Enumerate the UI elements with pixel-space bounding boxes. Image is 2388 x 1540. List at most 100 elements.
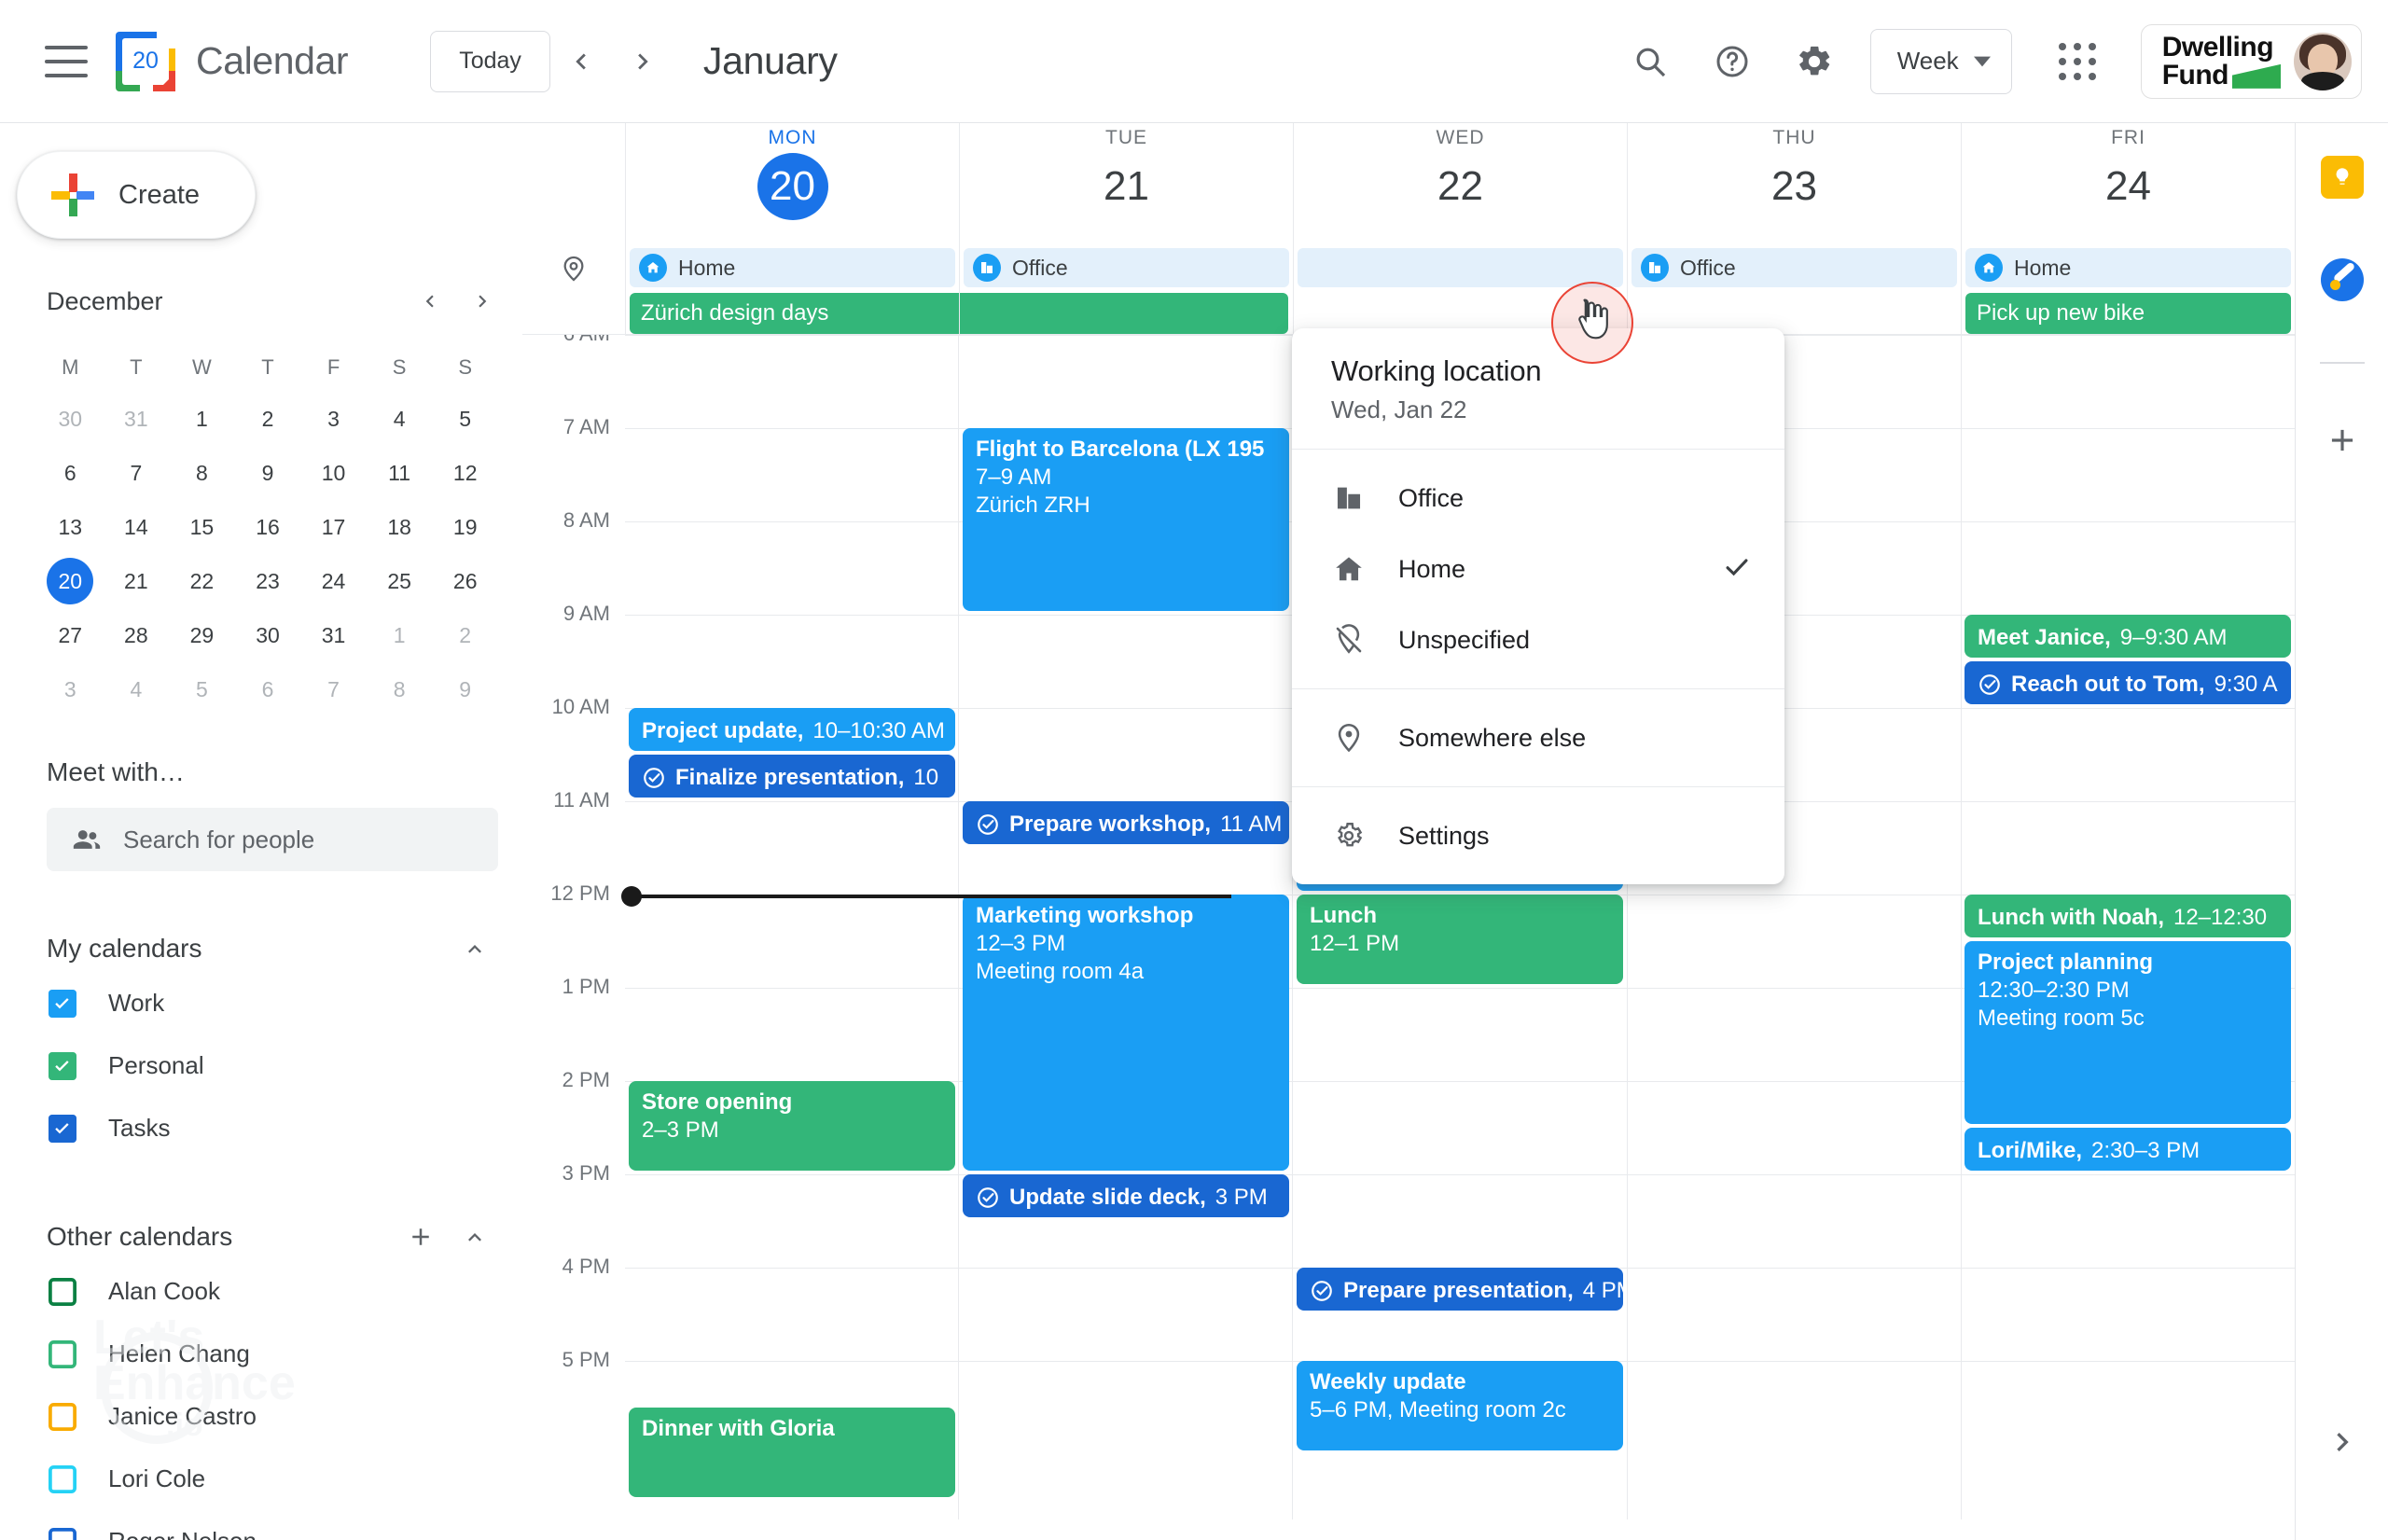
mini-calendar-day[interactable]: 14	[113, 504, 160, 550]
mini-calendar-day[interactable]: 24	[311, 558, 357, 604]
working-location-chip[interactable]: Home	[630, 248, 955, 287]
other-calendar-item[interactable]: Helen Chang	[0, 1323, 522, 1385]
calendar-event[interactable]: Project planning 12:30–2:30 PM Meeting roo…	[1965, 941, 2291, 1124]
mini-calendar-day[interactable]: 23	[244, 558, 291, 604]
plus-icon[interactable]	[2318, 416, 2367, 465]
mini-calendar-day[interactable]: 3	[311, 395, 357, 442]
mini-calendar-day[interactable]: 10	[311, 450, 357, 496]
calendar-event[interactable]: Reach out to Tom, 9:30 A	[1965, 661, 2291, 704]
apps-grid-icon[interactable]	[2044, 28, 2111, 95]
calendar-event[interactable]: Finalize presentation, 10	[629, 755, 955, 798]
popup-option-office[interactable]: Office	[1292, 463, 1784, 534]
calendar-event[interactable]: Flight to Barcelona (LX 195 7–9 AM Zürich …	[963, 428, 1289, 611]
day-header-wed[interactable]: WED 22	[1293, 123, 1627, 243]
working-location-chip[interactable]: Office	[964, 248, 1289, 287]
working-location-chip[interactable]: Home	[1965, 248, 2291, 287]
mini-calendar-day[interactable]: 30	[47, 395, 93, 442]
mini-calendar-day[interactable]: 31	[311, 612, 357, 659]
all-day-column[interactable]: Office	[959, 243, 1293, 334]
popup-option-unspecified[interactable]: Unspecified	[1292, 604, 1784, 675]
gear-icon[interactable]	[1781, 28, 1848, 95]
mini-calendar-day[interactable]: 2	[244, 395, 291, 442]
calendar-event[interactable]: Store opening 2–3 PM	[629, 1081, 955, 1171]
calendar-event[interactable]: Update slide deck, 3 PM	[963, 1174, 1289, 1217]
mini-calendar-day[interactable]: 8	[376, 666, 423, 713]
mini-calendar-day[interactable]: 5	[178, 666, 225, 713]
mini-calendar-day[interactable]: 15	[178, 504, 225, 550]
my-calendar-item[interactable]: Work	[0, 972, 522, 1034]
mini-calendar-day[interactable]: 28	[113, 612, 160, 659]
calendar-event[interactable]: Dinner with Gloria	[629, 1408, 955, 1497]
previous-week-button[interactable]	[550, 31, 612, 92]
mini-calendar-day[interactable]: 19	[442, 504, 489, 550]
create-button[interactable]: Create	[17, 151, 256, 239]
my-calendar-item[interactable]: Personal	[0, 1034, 522, 1097]
my-calendar-checkbox[interactable]	[49, 1051, 76, 1080]
people-search-input[interactable]: Search for people	[47, 808, 498, 871]
mini-calendar-day[interactable]: 4	[376, 395, 423, 442]
mini-calendar-day[interactable]: 7	[113, 450, 160, 496]
calendar-event[interactable]: Weekly update 5–6 PM, Meeting room 2c	[1297, 1361, 1623, 1450]
mini-calendar-day[interactable]: 30	[244, 612, 291, 659]
my-calendars-collapse-button[interactable]	[451, 925, 498, 972]
working-location-chip[interactable]	[1298, 248, 1623, 287]
other-calendar-item[interactable]: Lori Cole	[0, 1448, 522, 1510]
other-calendar-checkbox[interactable]	[49, 1527, 76, 1540]
calendar-event[interactable]: Marketing workshop 12–3 PM Meeting room 4a	[963, 895, 1289, 1171]
account-chip[interactable]: Dwelling Fund	[2140, 23, 2362, 99]
mini-calendar-next-button[interactable]	[459, 278, 506, 325]
mini-calendar-day[interactable]: 1	[376, 612, 423, 659]
mini-calendar-day[interactable]: 3	[47, 666, 93, 713]
mini-calendar-day[interactable]: 25	[376, 558, 423, 604]
mini-calendar-day[interactable]: 11	[376, 450, 423, 496]
mini-calendar-day[interactable]: 18	[376, 504, 423, 550]
day-header-number[interactable]: 20	[757, 153, 828, 220]
mini-calendar-day[interactable]: 16	[244, 504, 291, 550]
all-day-column[interactable]: Home Zürich design days	[625, 243, 1288, 334]
search-icon[interactable]	[1617, 28, 1684, 95]
mini-calendar-day[interactable]: 31	[113, 395, 160, 442]
other-calendars-header[interactable]: Other calendars	[0, 1214, 522, 1260]
mini-calendar-day[interactable]: 8	[178, 450, 225, 496]
day-header-number[interactable]: 23	[1771, 153, 1817, 220]
day-header-number[interactable]: 22	[1437, 153, 1483, 220]
day-header-thu[interactable]: THU 23	[1627, 123, 1961, 243]
chevron-right-icon[interactable]	[2324, 1423, 2361, 1465]
calendar-event[interactable]: Project update, 10–10:30 AM	[629, 708, 955, 751]
mini-calendar-prev-button[interactable]	[407, 278, 453, 325]
popup-option-somewhere-else[interactable]: Somewhere else	[1292, 702, 1784, 773]
other-calendar-checkbox[interactable]	[49, 1277, 76, 1306]
working-location-chip[interactable]: Office	[1631, 248, 1957, 287]
view-select[interactable]: Week	[1869, 28, 2012, 94]
my-calendar-checkbox[interactable]	[49, 989, 76, 1018]
calendar-event[interactable]: Lori/Mike, 2:30–3 PM	[1965, 1128, 2291, 1171]
all-day-column[interactable]: Office	[1627, 243, 1961, 334]
calendar-event[interactable]: Lunch 12–1 PM	[1297, 895, 1623, 984]
today-button[interactable]: Today	[430, 30, 550, 92]
other-calendar-checkbox[interactable]	[49, 1339, 76, 1368]
mini-calendar-day[interactable]: 7	[311, 666, 357, 713]
next-week-button[interactable]	[612, 31, 673, 92]
mini-calendar-day[interactable]: 21	[113, 558, 160, 604]
calendar-event[interactable]: Prepare presentation, 4 PM	[1297, 1268, 1623, 1311]
tasks-pencil-icon[interactable]	[2318, 256, 2367, 304]
help-icon[interactable]	[1699, 28, 1766, 95]
mini-calendar-day[interactable]: 9	[442, 666, 489, 713]
mini-calendar-day[interactable]: 1	[178, 395, 225, 442]
mini-calendar-day[interactable]: 12	[442, 450, 489, 496]
all-day-event[interactable]: Pick up new bike	[1965, 293, 2291, 334]
my-calendars-header[interactable]: My calendars	[0, 925, 522, 972]
other-calendars-collapse-button[interactable]	[451, 1214, 498, 1260]
mini-calendar-grid[interactable]: M T W T F S S 30 31 1 2 3 4 5 6 7 8 9 10 11 12 13 14 15 16 17 18 19…	[37, 347, 498, 713]
mini-calendar-day[interactable]: 13	[47, 504, 93, 550]
day-header-mon[interactable]: MON 20	[625, 123, 959, 243]
keep-bulb-icon[interactable]	[2318, 153, 2367, 201]
calendar-event[interactable]: Meet Janice, 9–9:30 AM	[1965, 615, 2291, 658]
mini-calendar-day[interactable]: 4	[113, 666, 160, 713]
all-day-column[interactable]: Home Pick up new bike	[1961, 243, 2295, 334]
calendar-event[interactable]: Lunch with Noah, 12–12:30	[1965, 895, 2291, 937]
day-header-number[interactable]: 21	[1104, 153, 1149, 220]
day-header-tue[interactable]: TUE 21	[959, 123, 1293, 243]
mini-calendar-day[interactable]: 20	[47, 558, 94, 604]
day-header-fri[interactable]: FRI 24	[1961, 123, 2295, 243]
